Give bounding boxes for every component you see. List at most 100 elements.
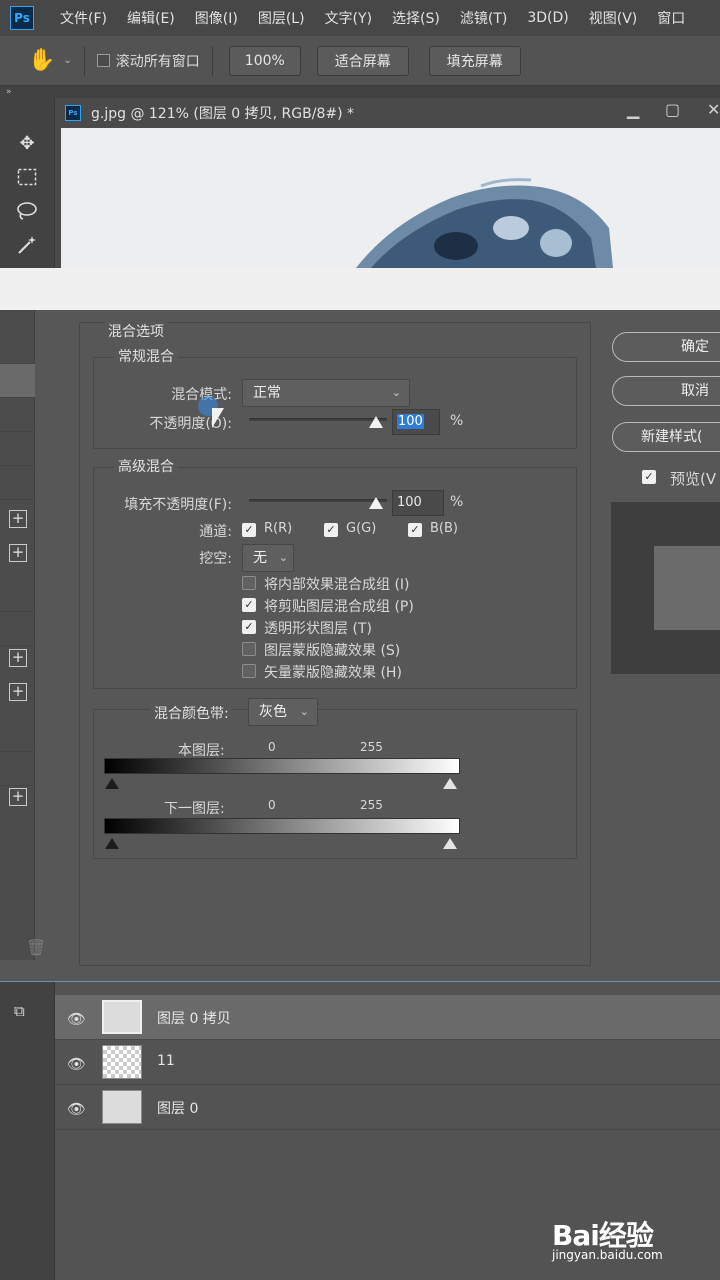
layer-thumbnail xyxy=(102,1000,142,1034)
tool-preset-chevron-down-icon[interactable]: ⌄ xyxy=(63,55,71,66)
menu-layer[interactable]: 图层(L) xyxy=(258,8,305,28)
knockout-select[interactable]: 无 ⌄ xyxy=(242,544,294,572)
move-tool-icon[interactable]: ✥ xyxy=(14,130,40,156)
layer-name[interactable]: 图层 0 拷贝 xyxy=(157,1008,231,1028)
style-item[interactable] xyxy=(0,398,35,432)
minimize-icon[interactable]: ▁ xyxy=(627,100,639,119)
blend-clipped-layers-checkbox[interactable]: ✓ xyxy=(242,598,256,612)
image-canvas[interactable] xyxy=(61,128,720,268)
blend-interior-effects-label: 将内部效果混合成组 (I) xyxy=(264,577,410,593)
zoom-100-button[interactable]: 100% xyxy=(228,45,301,76)
menu-image[interactable]: 图像(I) xyxy=(195,8,238,28)
arrange-documents-icon[interactable]: ⧉ xyxy=(14,1002,36,1020)
eye-icon[interactable]: 👁 xyxy=(67,1055,86,1073)
blending-options-panel: 混合选项 常规混合 混合模式: 正常 ⌄ 不透明度(O): 100 % 高级混合… xyxy=(79,321,591,966)
style-item[interactable] xyxy=(0,432,35,466)
layer-mask-hides-effects-checkbox[interactable] xyxy=(242,642,256,656)
style-item[interactable] xyxy=(0,612,35,646)
fill-opacity-slider-handle[interactable] xyxy=(369,497,383,509)
this-layer-max: 255 xyxy=(360,740,383,754)
style-item[interactable] xyxy=(0,332,35,364)
blend-if-select[interactable]: 灰色 ⌄ xyxy=(248,698,318,726)
transparency-shapes-layer-checkbox[interactable]: ✓ xyxy=(242,620,256,634)
cancel-button[interactable]: 取消 xyxy=(612,376,720,406)
menu-edit[interactable]: 编辑(E) xyxy=(127,8,175,28)
underlying-white-slider[interactable] xyxy=(443,838,457,849)
add-style-plus-icon[interactable]: + xyxy=(9,683,27,701)
channel-b-label: B(B) xyxy=(430,521,458,536)
lasso-tool-icon[interactable] xyxy=(14,198,40,224)
layer-name[interactable]: 图层 0 xyxy=(157,1098,198,1118)
style-item-selected[interactable] xyxy=(0,364,35,398)
fill-opacity-input[interactable]: 100 xyxy=(392,490,444,516)
blending-options-title: 混合选项 xyxy=(104,321,168,341)
eye-icon[interactable]: 👁 xyxy=(67,1100,86,1118)
knockout-label: 挖空: xyxy=(199,551,232,567)
fit-screen-button[interactable]: 适合屏幕 xyxy=(316,45,409,76)
menu-window[interactable]: 窗口 xyxy=(657,8,685,28)
marquee-tool-icon[interactable] xyxy=(14,164,40,190)
magic-wand-tool-icon[interactable] xyxy=(14,232,40,258)
preview-checkbox[interactable]: ✓ xyxy=(642,470,656,484)
eye-icon[interactable]: 👁 xyxy=(67,1010,86,1028)
blend-mode-select[interactable]: 正常 ⌄ xyxy=(242,379,410,407)
options-bar: ✋ ⌄ 滚动所有窗口 100% 适合屏幕 填充屏幕 xyxy=(0,36,720,86)
menu-file[interactable]: 文件(F) xyxy=(60,8,107,28)
add-style-plus-icon[interactable]: + xyxy=(9,788,27,806)
add-style-plus-icon[interactable]: + xyxy=(9,649,27,667)
fill-opacity-slider[interactable] xyxy=(249,499,387,502)
style-preview-swatch xyxy=(611,502,720,674)
opacity-value: 100 xyxy=(397,414,424,429)
channel-b-checkbox[interactable]: ✓ xyxy=(408,523,422,537)
opacity-slider-handle[interactable] xyxy=(369,416,383,428)
channel-g-checkbox[interactable]: ✓ xyxy=(324,523,338,537)
layer-row[interactable]: 👁 图层 0 拷贝 xyxy=(55,995,720,1040)
menu-3d[interactable]: 3D(D) xyxy=(527,10,568,26)
opacity-input[interactable]: 100 xyxy=(392,409,440,435)
underlying-max: 255 xyxy=(360,798,383,812)
watermark-url: jingyan.baidu.com xyxy=(552,1248,663,1262)
maximize-icon[interactable]: ▢ xyxy=(665,100,680,119)
document-tab[interactable]: Ps g.jpg @ 121% (图层 0 拷贝, RGB/8#) * ▁ ▢ … xyxy=(55,98,720,128)
menu-type[interactable]: 文字(Y) xyxy=(325,8,372,28)
close-icon[interactable]: ✕ xyxy=(707,100,720,119)
channels-label: 通道: xyxy=(199,524,232,540)
add-style-plus-icon[interactable]: + xyxy=(9,544,27,562)
style-item[interactable] xyxy=(0,718,35,752)
opacity-slider[interactable] xyxy=(249,418,387,421)
menu-filter[interactable]: 滤镜(T) xyxy=(460,8,507,28)
this-layer-white-slider[interactable] xyxy=(443,778,457,789)
ok-button[interactable]: 确定 xyxy=(612,332,720,362)
channel-r-checkbox[interactable]: ✓ xyxy=(242,523,256,537)
fill-screen-button[interactable]: 填充屏幕 xyxy=(428,45,521,76)
layer-row[interactable]: 👁 11 xyxy=(55,1040,720,1085)
opacity-percent: % xyxy=(450,413,464,429)
add-style-plus-icon[interactable]: + xyxy=(9,510,27,528)
style-item[interactable] xyxy=(0,466,35,500)
expand-panels-icon[interactable]: » xyxy=(6,87,12,97)
underlying-gradient xyxy=(104,818,460,834)
underlying-black-slider[interactable] xyxy=(105,838,119,849)
scroll-all-windows-checkbox[interactable]: 滚动所有窗口 xyxy=(96,51,200,71)
blend-interior-effects-checkbox[interactable] xyxy=(242,576,256,590)
fill-opacity-percent: % xyxy=(450,494,464,510)
menu-view[interactable]: 视图(V) xyxy=(589,8,638,28)
style-item[interactable] xyxy=(0,752,35,786)
style-preview-inner xyxy=(654,546,720,630)
layer-row[interactable]: 👁 图层 0 xyxy=(55,1085,720,1130)
photoshop-logo-icon: Ps xyxy=(10,6,34,30)
this-layer-black-slider[interactable] xyxy=(105,778,119,789)
layer-name[interactable]: 11 xyxy=(157,1053,175,1069)
channel-g-label: G(G) xyxy=(346,521,377,536)
canvas-artwork xyxy=(356,178,613,268)
hand-tool-icon[interactable]: ✋ xyxy=(28,48,55,73)
panel-collapse-strip[interactable]: » xyxy=(0,86,720,98)
menu-select[interactable]: 选择(S) xyxy=(392,8,440,28)
style-item[interactable] xyxy=(0,578,35,612)
trash-icon[interactable]: 🗑 xyxy=(26,938,46,957)
fill-opacity-label: 填充不透明度(F): xyxy=(124,497,232,513)
chevron-down-icon: ⌄ xyxy=(278,551,288,564)
vector-mask-hides-effects-checkbox[interactable] xyxy=(242,664,256,678)
new-style-button[interactable]: 新建样式( xyxy=(612,422,720,452)
scroll-all-checkbox-box[interactable] xyxy=(96,54,110,67)
